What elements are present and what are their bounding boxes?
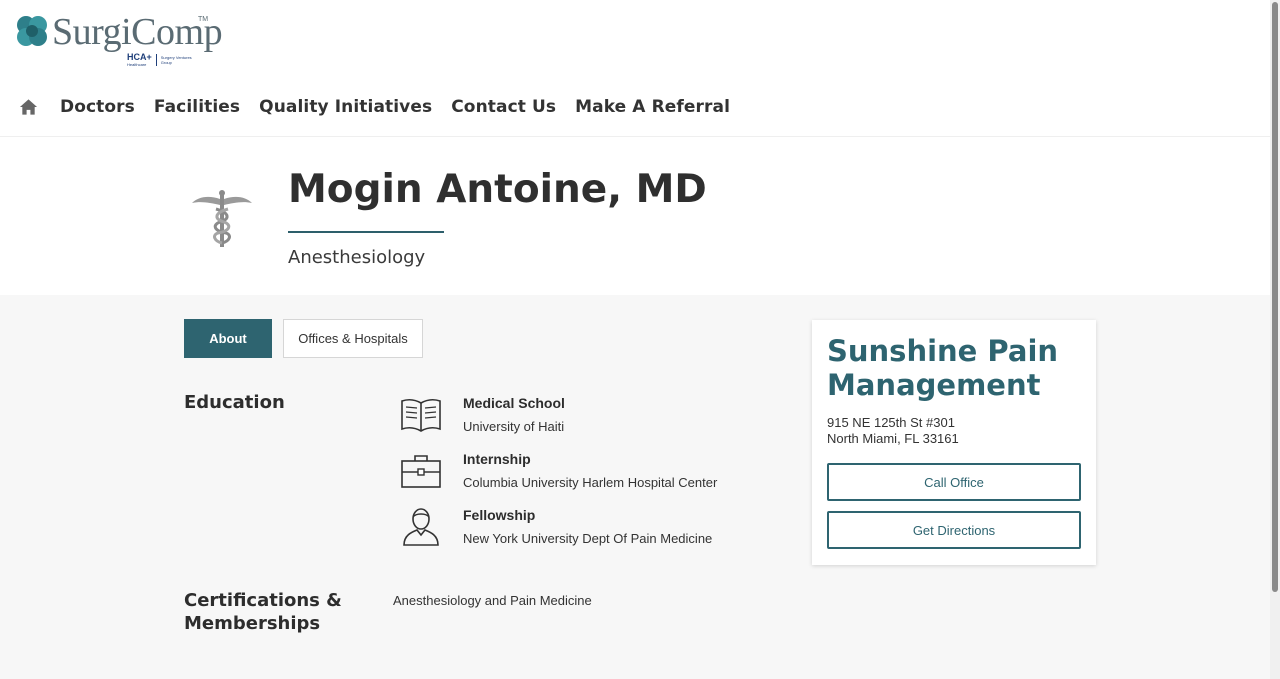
education-heading: Education xyxy=(184,392,285,413)
logo-mark-icon xyxy=(17,16,47,46)
caduceus-icon xyxy=(192,190,252,247)
certification-value: Anesthesiology and Pain Medicine xyxy=(393,593,592,608)
education-label: Internship xyxy=(463,451,531,467)
education-label: Fellowship xyxy=(463,507,536,523)
nav-contact-us[interactable]: Contact Us xyxy=(451,97,556,117)
parent-logo: HCA+ Healthcare Surgery Ventures Group xyxy=(127,52,201,68)
group-logo-text: Surgery Ventures Group xyxy=(160,55,192,65)
doctor-specialty: Anesthesiology xyxy=(288,247,426,268)
logo-divider xyxy=(155,54,157,66)
logo-wordmark: SurgiComp xyxy=(52,11,223,53)
briefcase-icon xyxy=(401,455,441,488)
doctor-name: Mogin Antoine, MD xyxy=(288,167,707,212)
hca-subtext: Healthcare xyxy=(127,62,147,67)
education-label: Medical School xyxy=(463,395,565,411)
open-book-icon xyxy=(401,398,441,432)
logo-tm: TM xyxy=(198,16,209,23)
doctor-hero: Mogin Antoine, MD Anesthesiology xyxy=(0,137,1270,295)
call-office-button[interactable]: Call Office xyxy=(827,463,1081,501)
tab-about[interactable]: About xyxy=(184,319,272,358)
address-line-1: 915 NE 125th St #301 xyxy=(827,415,955,430)
education-value: University of Haiti xyxy=(463,419,565,434)
nav-make-a-referral[interactable]: Make A Referral xyxy=(575,97,730,117)
office-address: 915 NE 125th St #301 North Miami, FL 331… xyxy=(827,415,959,447)
nav-facilities[interactable]: Facilities xyxy=(154,97,240,117)
home-icon[interactable] xyxy=(19,98,38,116)
office-card: Sunshine Pain Management 915 NE 125th St… xyxy=(812,320,1096,565)
address-line-2: North Miami, FL 33161 xyxy=(827,431,959,446)
profile-content: About Offices & Hospitals Education Medi… xyxy=(0,295,1270,679)
certifications-heading: Certifications & Memberships xyxy=(184,590,342,634)
title-underline xyxy=(288,231,444,233)
page-scrollbar[interactable] xyxy=(1270,0,1280,679)
tab-offices-hospitals[interactable]: Offices & Hospitals xyxy=(283,319,423,358)
surgicomp-logo[interactable]: SurgiComp TM HCA+ Healthcare Surgery Ven… xyxy=(14,12,223,72)
get-directions-button[interactable]: Get Directions xyxy=(827,511,1081,549)
education-value: Columbia University Harlem Hospital Cent… xyxy=(463,475,718,490)
person-icon xyxy=(403,508,439,546)
nav-quality-initiatives[interactable]: Quality Initiatives xyxy=(259,97,432,117)
nav-doctors[interactable]: Doctors xyxy=(60,97,135,117)
scrollbar-thumb[interactable] xyxy=(1272,2,1278,592)
office-name[interactable]: Sunshine Pain Management xyxy=(827,334,1087,402)
education-value: New York University Dept Of Pain Medicin… xyxy=(463,531,713,546)
site-header: SurgiComp TM HCA+ Healthcare Surgery Ven… xyxy=(0,0,1270,137)
main-nav: Doctors Facilities Quality Initiatives C… xyxy=(19,94,749,120)
hca-logo-text: HCA+ xyxy=(127,52,152,62)
